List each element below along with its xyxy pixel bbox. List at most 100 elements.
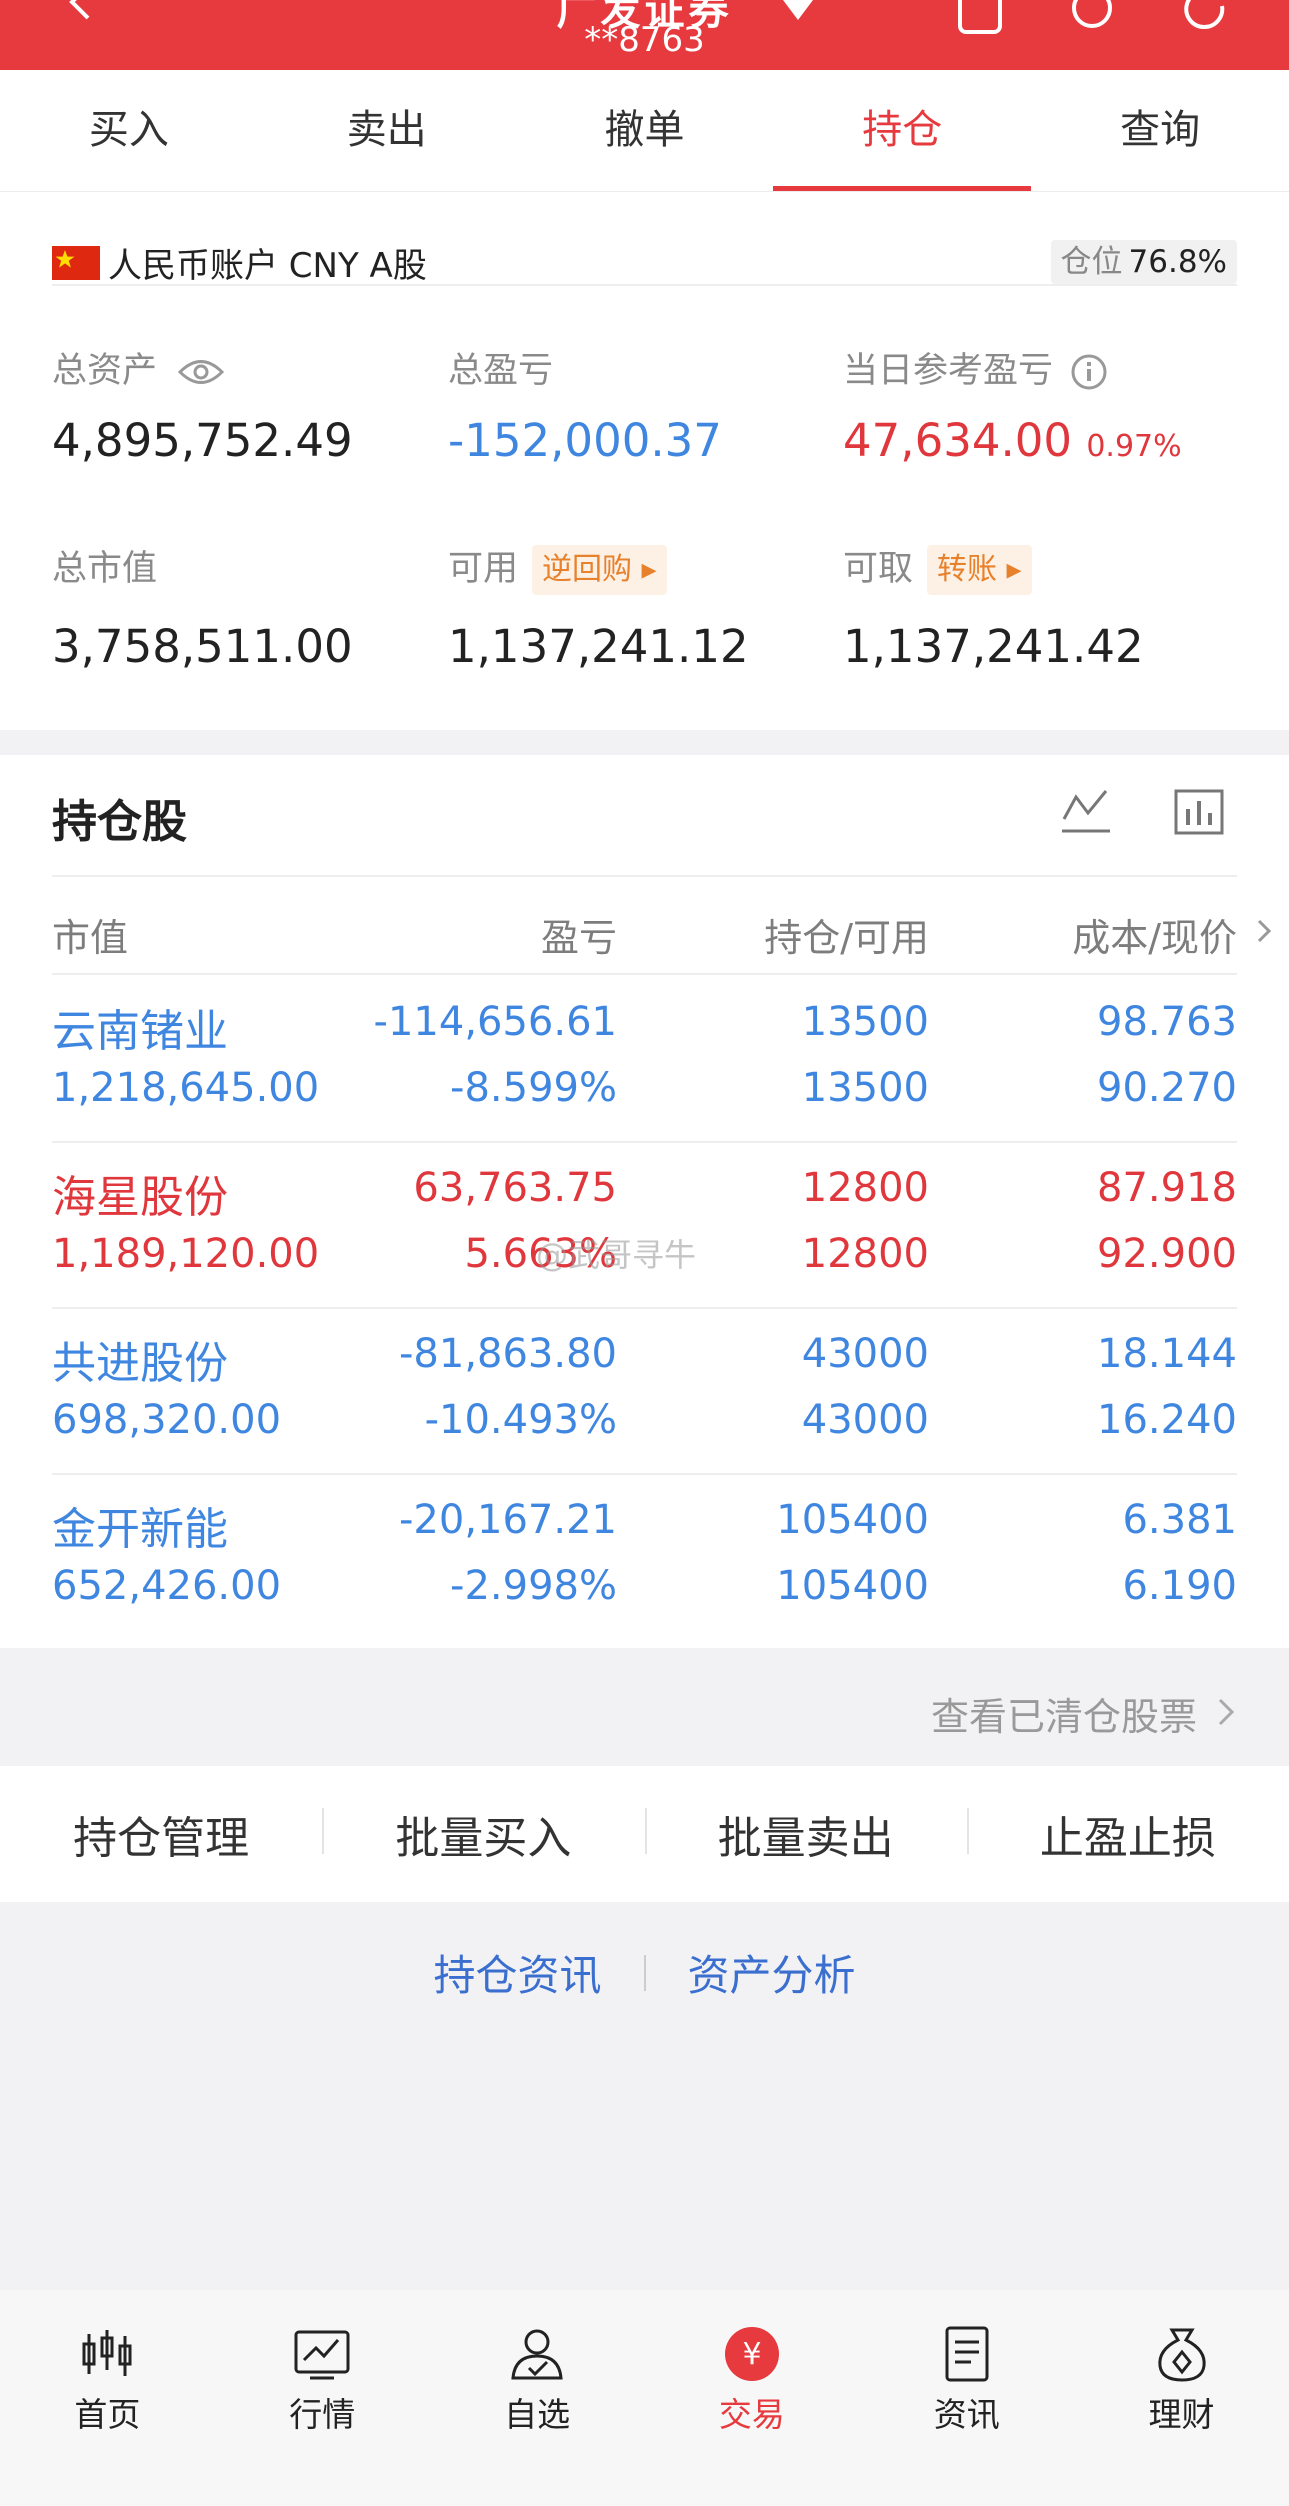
stock-avail: 13500 [801, 1065, 929, 1111]
stock-market-value: 1,218,645.00 [52, 1065, 320, 1111]
market-value-value: 3,758,511.00 [52, 620, 353, 673]
available-label-text: 可用 [448, 549, 519, 589]
stock-price: 90.270 [1097, 1065, 1237, 1111]
link-divider [643, 1954, 646, 1991]
stock-name: 共进股份 [52, 1338, 228, 1389]
info-icon[interactable] [1070, 353, 1108, 391]
watermark: @武哥寻牛 [536, 1236, 697, 1274]
batch-buy-button[interactable]: 批量买入 [322, 1802, 644, 1866]
holdings-news-link[interactable]: 持仓资讯 [433, 1942, 601, 2003]
stock-market-value: 1,189,120.00 [52, 1231, 320, 1277]
position-value: 76.8% [1128, 244, 1227, 280]
account-row[interactable]: 人民币账户 CNY A股 仓位 76.8% [52, 216, 1237, 286]
withdrawable-value: 1,137,241.42 [843, 620, 1144, 673]
daily-pl-label: 当日参考盈亏 [843, 342, 1108, 393]
yuan-circle-icon: ¥ [724, 2327, 779, 2381]
tab-holdings[interactable]: 持仓 [773, 70, 1031, 191]
market-chart-icon [294, 2330, 350, 2380]
holdings-title: 持仓股 [52, 795, 188, 848]
nav-market[interactable]: 行情 [215, 2290, 430, 2506]
nav-trade[interactable]: ¥ 交易 [644, 2290, 859, 2506]
tab-buy[interactable]: 买入 [0, 70, 258, 191]
nav-finance[interactable]: 理财 [1074, 2290, 1289, 2506]
stop-profit-loss-button[interactable]: 止盈止损 [966, 1802, 1289, 1866]
batch-sell-button[interactable]: 批量卖出 [644, 1802, 967, 1866]
stock-pl: -20,167.21 [398, 1497, 617, 1543]
svg-text:¥: ¥ [742, 2337, 761, 2372]
stock-name: 金开新能 [52, 1504, 228, 1555]
stock-name: 云南锗业 [52, 1006, 228, 1057]
stock-avail: 12800 [801, 1231, 929, 1277]
holdings-section: 持仓股 市值 盈亏 持仓/可用 成本/现价 云南锗业 1,218,645.00 … [0, 755, 1289, 1648]
position-label: 仓位 [1060, 244, 1123, 280]
search-icon[interactable] [1066, 0, 1122, 36]
tab-cancel[interactable]: 撤单 [516, 70, 774, 191]
col-hold-avail: 持仓/可用 [764, 916, 929, 960]
stock-pl-pct: -8.599% [450, 1065, 617, 1111]
daily-pl-amount: 47,634.00 [843, 414, 1073, 467]
stock-market-value: 698,320.00 [52, 1397, 282, 1443]
stock-cost: 6.381 [1122, 1497, 1237, 1543]
stock-row-3[interactable]: 共进股份 698,320.00 -81,863.80 -10.493% 4300… [52, 1309, 1237, 1475]
transfer-tag[interactable]: 转账 ▸ [927, 545, 1032, 595]
nav-home[interactable]: 首页 [0, 2290, 215, 2506]
nav-news[interactable]: 资讯 [859, 2290, 1074, 2506]
stock-row-4[interactable]: 金开新能 652,426.00 -20,167.21 -2.998% 10540… [52, 1475, 1237, 1641]
total-assets-value: 4,895,752.49 [52, 414, 353, 467]
document-icon [945, 2326, 989, 2382]
nav-watchlist[interactable]: 自选 [430, 2290, 645, 2506]
col-cost-price: 成本/现价 [1072, 916, 1237, 960]
stock-pl: -114,656.61 [373, 999, 617, 1045]
eye-icon[interactable] [178, 357, 225, 387]
stock-cost: 87.918 [1097, 1165, 1237, 1211]
stock-cost: 18.144 [1097, 1331, 1237, 1377]
trade-holdings-page: 广发证券 **8763 买入 卖出 撤单 持仓 查询 人民币账户 CNY A股 … [0, 0, 1289, 2506]
nav-label: 自选 [504, 2395, 571, 2434]
account-dropdown-icon[interactable] [783, 0, 813, 22]
china-flag-icon [52, 246, 100, 280]
refresh-icon[interactable] [1180, 0, 1236, 36]
stock-row-2[interactable]: 海星股份 1,189,120.00 63,763.75 5.663% 12800… [52, 1143, 1237, 1309]
nav-label: 首页 [74, 2395, 141, 2434]
stock-hold: 43000 [801, 1331, 929, 1377]
cleared-stocks-link[interactable]: 查看已清仓股票 [0, 1648, 1289, 1766]
money-bag-icon [1157, 2328, 1206, 2382]
account-summary: 人民币账户 CNY A股 仓位 76.8% 总资产 4,895,752.49 总盈… [0, 192, 1289, 730]
total-pl-label: 总盈亏 [448, 351, 554, 391]
scroll-right-icon[interactable] [1257, 919, 1271, 943]
stock-hold: 105400 [776, 1497, 929, 1543]
share-edit-icon[interactable] [954, 0, 1010, 36]
available-value: 1,137,241.12 [448, 620, 749, 673]
col-market-value: 市值 [52, 916, 129, 960]
stock-row-1[interactable]: 云南锗业 1,218,645.00 -114,656.61 -8.599% 13… [52, 977, 1237, 1143]
app-header: 广发证券 **8763 [0, 0, 1289, 70]
stock-cost: 98.763 [1097, 999, 1237, 1045]
daily-pl-pct: 0.97% [1086, 429, 1182, 464]
stock-market-value: 652,426.00 [52, 1563, 282, 1609]
withdrawable-label-text: 可取 [843, 549, 914, 589]
tab-sell[interactable]: 卖出 [258, 70, 516, 191]
tab-query[interactable]: 查询 [1031, 70, 1289, 191]
position-badge: 仓位 76.8% [1050, 240, 1237, 284]
reverse-repo-label: 逆回购 [542, 552, 633, 587]
asset-analysis-link[interactable]: 资产分析 [688, 1942, 856, 2003]
stock-price: 92.900 [1097, 1231, 1237, 1277]
nav-label: 行情 [289, 2395, 356, 2434]
nav-label: 资讯 [933, 2395, 1000, 2434]
withdrawable-label: 可取 转账 ▸ [843, 544, 1032, 595]
position-manage-button[interactable]: 持仓管理 [0, 1802, 322, 1866]
info-links: 持仓资讯 资产分析 [0, 1942, 1289, 2012]
reverse-repo-tag[interactable]: 逆回购 ▸ [532, 545, 667, 595]
total-assets-label-text: 总资产 [52, 351, 158, 391]
daily-pl-value: 47,634.00 0.97% [843, 414, 1182, 467]
total-pl-value: -152,000.37 [448, 414, 722, 467]
candlestick-icon [82, 2330, 132, 2376]
daily-pl-label-text: 当日参考盈亏 [843, 351, 1054, 391]
trade-tabs: 买入 卖出 撤单 持仓 查询 [0, 70, 1289, 192]
holdings-actions: 持仓管理 批量买入 批量卖出 止盈止损 [0, 1766, 1289, 1902]
person-check-icon [511, 2329, 563, 2380]
stock-name: 海星股份 [52, 1172, 228, 1223]
bar-chart-icon[interactable] [1172, 783, 1228, 839]
line-chart-icon[interactable] [1058, 783, 1114, 839]
cleared-stocks-label: 查看已清仓股票 [930, 1695, 1197, 1739]
